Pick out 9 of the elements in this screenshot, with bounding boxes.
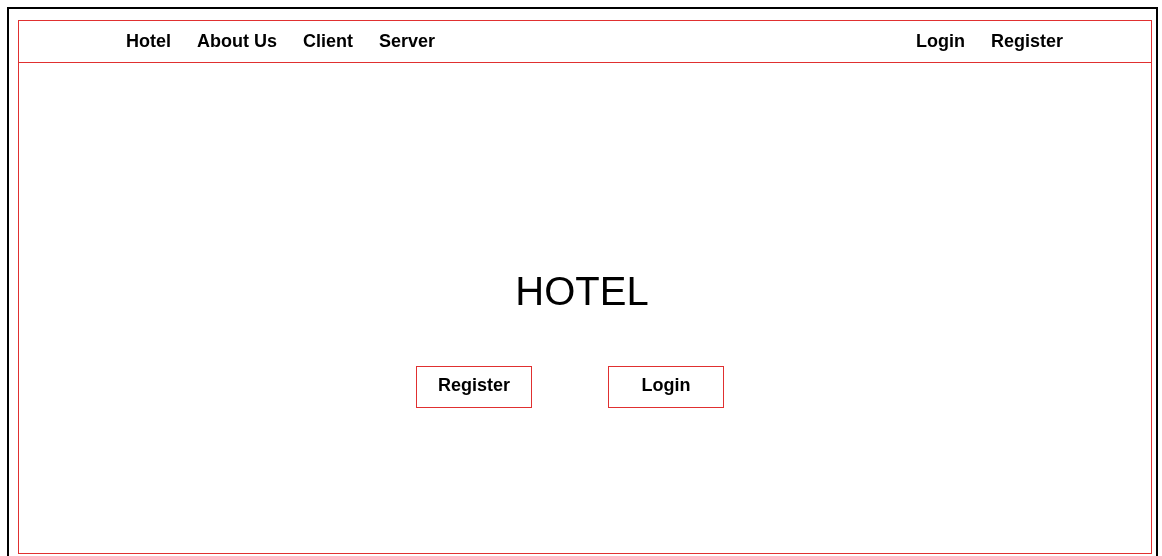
nav-link[interactable]: Hotel xyxy=(126,31,171,52)
action-button[interactable]: Register xyxy=(416,366,532,408)
nav-link[interactable]: Login xyxy=(916,31,965,52)
hero-title: HOTEL xyxy=(515,269,649,314)
nav-link[interactable]: Client xyxy=(303,31,353,52)
nav-link[interactable]: About Us xyxy=(197,31,277,52)
action-button[interactable]: Login xyxy=(608,366,724,408)
nav-link[interactable]: Server xyxy=(379,31,436,52)
nav-link[interactable]: Register xyxy=(990,31,1063,52)
